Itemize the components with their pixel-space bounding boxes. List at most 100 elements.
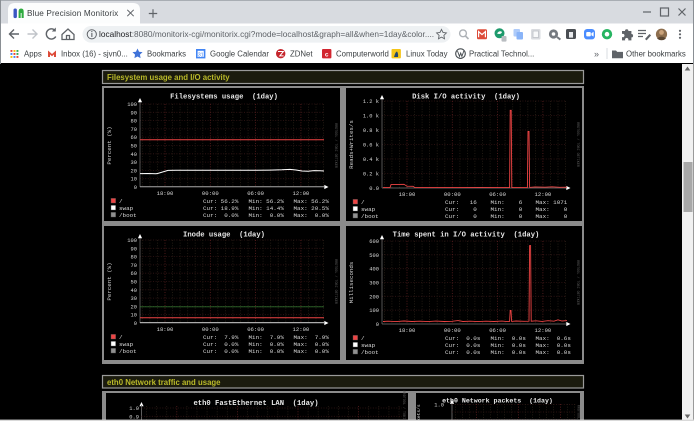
svg-text:0: 0	[134, 321, 137, 327]
svg-text:Cur: 0: Cur: 0	[445, 206, 477, 213]
svg-text:100: 100	[127, 238, 137, 244]
svg-text:swap: swap	[361, 206, 376, 213]
svg-text:31: 31	[198, 52, 204, 58]
svg-text:/boot: /boot	[361, 349, 379, 356]
svg-text:80: 80	[131, 119, 137, 125]
svg-text:swap: swap	[361, 342, 376, 349]
svg-text:40: 40	[131, 288, 137, 294]
svg-text:RRDTOOL / TOBI OETIKER: RRDTOOL / TOBI OETIKER	[333, 123, 338, 168]
svg-text:500: 500	[369, 253, 379, 259]
svg-text:Min: 0.0%: Min: 0.0%	[249, 212, 285, 219]
svg-text:Min: 0.0%: Min: 0.0%	[249, 348, 285, 355]
svg-text:Max: 0.0%: Max: 0.0%	[294, 348, 330, 355]
svg-text:30: 30	[131, 160, 137, 166]
svg-text:ckets/s: ckets/s	[416, 404, 422, 421]
svg-text:18:00: 18:00	[157, 326, 174, 333]
svg-text:Min: 6: Min: 6	[491, 199, 523, 206]
svg-text:Cur: 0.0s: Cur: 0.0s	[445, 342, 481, 349]
svg-text:06:00: 06:00	[247, 190, 264, 197]
svg-text:RRDTOOL / TOBI OETIKER: RRDTOOL / TOBI OETIKER	[575, 122, 580, 167]
svg-text:20: 20	[131, 304, 137, 310]
svg-text:60: 60	[131, 271, 137, 277]
svg-text:Min: 0: Min: 0	[491, 213, 523, 220]
svg-text:Max: 20.5%: Max: 20.5%	[294, 205, 330, 212]
svg-text:0: 0	[376, 322, 379, 328]
svg-text:Disk I/O activity (1day): Disk I/O activity (1day)	[412, 94, 520, 102]
svg-text:/: /	[119, 198, 123, 205]
svg-text:Bookmarks: Bookmarks	[147, 49, 186, 58]
svg-text:Inode usage (1day): Inode usage (1day)	[183, 232, 265, 240]
svg-text:50: 50	[131, 144, 137, 150]
svg-text:Min: 14.4%: Min: 14.4%	[249, 205, 285, 212]
svg-text:Cur: 56.2%: Cur: 56.2%	[203, 198, 239, 205]
svg-text:00:00: 00:00	[444, 327, 461, 334]
svg-text:Cur: 0.0%: Cur: 0.0%	[203, 341, 239, 348]
svg-text:Cur: 0: Cur: 0	[445, 213, 477, 220]
svg-text:10: 10	[131, 177, 137, 183]
svg-text:Max: 0: Max: 0	[536, 206, 568, 213]
svg-text:1.0 k: 1.0 k	[363, 114, 379, 120]
svg-text:Max: 56.2%: Max: 56.2%	[294, 198, 330, 205]
svg-text:0.4 k: 0.4 k	[363, 157, 379, 163]
svg-text:50: 50	[131, 280, 137, 286]
svg-text:Other bookmarks: Other bookmarks	[626, 49, 686, 58]
svg-text:Percent (%): Percent (%)	[106, 126, 113, 164]
svg-text:00:00: 00:00	[202, 326, 219, 333]
svg-text:Min: 56.2%: Min: 56.2%	[249, 198, 285, 205]
svg-text:eth0 Network packets (1day): eth0 Network packets (1day)	[442, 397, 553, 404]
svg-text:300: 300	[369, 281, 379, 287]
svg-text:12:00: 12:00	[535, 327, 552, 334]
svg-text:12:00: 12:00	[293, 326, 310, 333]
svg-text:ZDNet: ZDNet	[290, 49, 313, 58]
svg-text:Min: 0: Min: 0	[491, 206, 523, 213]
svg-text:Min: 0.0s: Min: 0.0s	[491, 335, 527, 342]
svg-text:Min: 0.0s: Min: 0.0s	[491, 342, 527, 349]
svg-text:Min: 7.9%: Min: 7.9%	[249, 334, 285, 341]
svg-text:/: /	[119, 334, 123, 341]
svg-text:0: 0	[134, 185, 137, 191]
svg-text:Max: 0.0%: Max: 0.0%	[294, 212, 330, 219]
svg-text:Percent (%): Percent (%)	[106, 262, 113, 300]
svg-text:Google Calendar: Google Calendar	[210, 49, 269, 58]
svg-text:06:00: 06:00	[489, 327, 506, 334]
svg-text:»: »	[594, 49, 599, 59]
svg-text:0.9: 0.9	[129, 414, 139, 420]
svg-text:90: 90	[131, 110, 137, 116]
svg-text:Filesystems usage (1day): Filesystems usage (1day)	[170, 94, 278, 102]
svg-text:0.0: 0.0	[369, 186, 379, 192]
svg-text:Blue Precision Monitorix: Blue Precision Monitorix	[27, 9, 118, 18]
svg-text:Max: 0.0%: Max: 0.0%	[294, 341, 330, 348]
svg-text:Linux Today: Linux Today	[406, 49, 448, 58]
svg-text:Inbox (16) - sjvn0...: Inbox (16) - sjvn0...	[61, 49, 128, 58]
svg-text:1.2 k: 1.2 k	[363, 99, 379, 105]
svg-text:/: /	[361, 335, 365, 342]
svg-text:Cur: 0.0%: Cur: 0.0%	[203, 212, 239, 219]
svg-text:00:00: 00:00	[444, 191, 461, 198]
svg-text:eth0 FastEthernet LAN (1day): eth0 FastEthernet LAN (1day)	[193, 400, 318, 408]
svg-text:swap: swap	[119, 205, 134, 212]
svg-text:/boot: /boot	[361, 213, 379, 220]
svg-text:Cur: 16: Cur: 16	[445, 199, 477, 206]
svg-text:Cur: 18.9%: Cur: 18.9%	[203, 205, 239, 212]
svg-text:18:00: 18:00	[399, 191, 416, 198]
svg-text:40: 40	[131, 152, 137, 158]
svg-text:0.6 k: 0.6 k	[363, 143, 379, 149]
svg-text:06:00: 06:00	[247, 326, 264, 333]
svg-text:06:00: 06:00	[489, 191, 506, 198]
svg-text:localhost:8080/monitorix-cgi/m: localhost:8080/monitorix-cgi/monitorix.c…	[99, 29, 434, 39]
svg-text:20: 20	[131, 168, 137, 174]
svg-text:Practical Technol...: Practical Technol...	[469, 49, 534, 58]
svg-text:Cur: 7.9%: Cur: 7.9%	[203, 334, 239, 341]
svg-text:00:00: 00:00	[202, 190, 219, 197]
svg-text:c: c	[325, 52, 329, 59]
svg-text:Reads+Writes/s: Reads+Writes/s	[348, 120, 355, 169]
svg-text:30: 30	[131, 296, 137, 302]
svg-text:eth0 Network traffic and usage: eth0 Network traffic and usage	[107, 378, 221, 387]
svg-text:400: 400	[369, 267, 379, 273]
svg-text:1.0: 1.0	[129, 406, 139, 412]
svg-text:Cur: 0.0s: Cur: 0.0s	[445, 335, 481, 342]
svg-text:Min: 0.0%: Min: 0.0%	[249, 341, 285, 348]
svg-text:Min: 0.0s: Min: 0.0s	[491, 349, 527, 356]
svg-text:/: /	[361, 199, 365, 206]
svg-text:0.2 k: 0.2 k	[363, 172, 379, 178]
